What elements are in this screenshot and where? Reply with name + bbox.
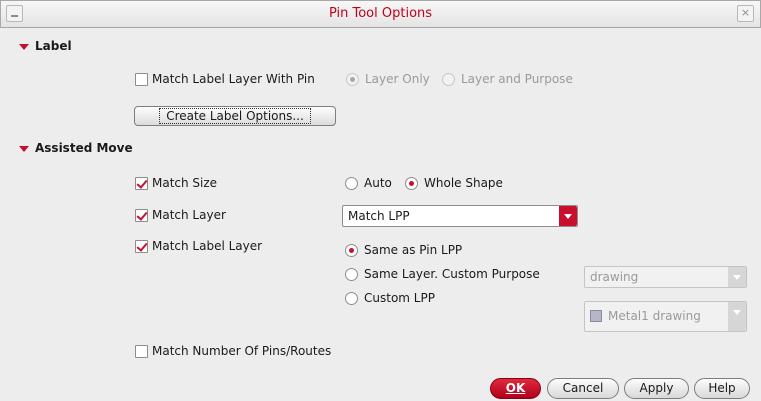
section-heading-assisted-move[interactable]: Assisted Move <box>35 141 133 155</box>
close-icon[interactable]: × <box>737 5 754 22</box>
match-label-layer-with-pin-checkbox[interactable] <box>135 73 148 86</box>
ok-button-label: OK <box>505 381 526 395</box>
collapse-triangle-icon[interactable] <box>19 44 29 50</box>
match-size-checkbox[interactable] <box>135 177 148 190</box>
chevron-down-icon[interactable] <box>728 302 746 331</box>
title-bar: Pin Tool Options × <box>0 0 761 28</box>
match-layer-combo-value: Match LPP <box>348 209 410 223</box>
layer-purpose-combo-value: Metal1 drawing <box>608 309 701 323</box>
custom-lpp-label: Custom LPP <box>364 291 435 305</box>
create-label-options-label: Create Label Options... <box>159 108 311 124</box>
auto-radio[interactable] <box>345 177 358 190</box>
layer-only-radio[interactable] <box>346 73 359 86</box>
match-size-label: Match Size <box>152 176 218 190</box>
match-layer-checkbox[interactable] <box>135 209 148 222</box>
help-button[interactable]: Help <box>694 378 750 399</box>
cancel-button-label: Cancel <box>562 381 604 395</box>
same-as-pin-lpp-radio[interactable] <box>345 244 358 257</box>
match-layer-combo[interactable]: Match LPP <box>342 205 578 227</box>
auto-label: Auto <box>364 176 392 190</box>
apply-button-label: Apply <box>639 381 674 395</box>
ok-button[interactable]: OK <box>490 378 541 399</box>
apply-button[interactable]: Apply <box>624 378 689 399</box>
purpose-combo[interactable]: drawing <box>584 266 747 288</box>
purpose-combo-value: drawing <box>590 270 639 284</box>
match-number-of-pins-label: Match Number Of Pins/Routes <box>152 344 332 358</box>
match-label-layer-label: Match Label Layer <box>152 239 263 253</box>
layer-swatch-icon <box>590 310 602 322</box>
custom-lpp-radio[interactable] <box>345 292 358 305</box>
layer-purpose-combo[interactable]: Metal1 drawing <box>584 301 747 332</box>
match-label-layer-with-pin-label: Match Label Layer With Pin <box>152 72 315 86</box>
same-layer-custom-purpose-label: Same Layer. Custom Purpose <box>364 267 540 281</box>
same-layer-custom-purpose-radio[interactable] <box>345 268 358 281</box>
layer-and-purpose-label: Layer and Purpose <box>461 72 573 86</box>
chevron-down-icon[interactable] <box>728 267 746 287</box>
match-layer-label: Match Layer <box>152 208 226 222</box>
match-label-layer-checkbox[interactable] <box>135 240 148 253</box>
same-as-pin-lpp-label: Same as Pin LPP <box>364 243 463 257</box>
chevron-down-icon[interactable] <box>559 206 577 226</box>
cancel-button[interactable]: Cancel <box>547 378 619 399</box>
create-label-options-button[interactable]: Create Label Options... <box>134 106 336 126</box>
section-heading-label[interactable]: Label <box>35 39 72 53</box>
collapse-triangle-icon[interactable] <box>19 146 29 152</box>
layer-only-label: Layer Only <box>365 72 430 86</box>
whole-shape-radio[interactable] <box>405 177 418 190</box>
layer-and-purpose-radio[interactable] <box>442 73 455 86</box>
help-button-label: Help <box>708 381 736 395</box>
whole-shape-label: Whole Shape <box>424 176 503 190</box>
match-number-of-pins-checkbox[interactable] <box>135 345 148 358</box>
window-title: Pin Tool Options <box>328 6 433 21</box>
